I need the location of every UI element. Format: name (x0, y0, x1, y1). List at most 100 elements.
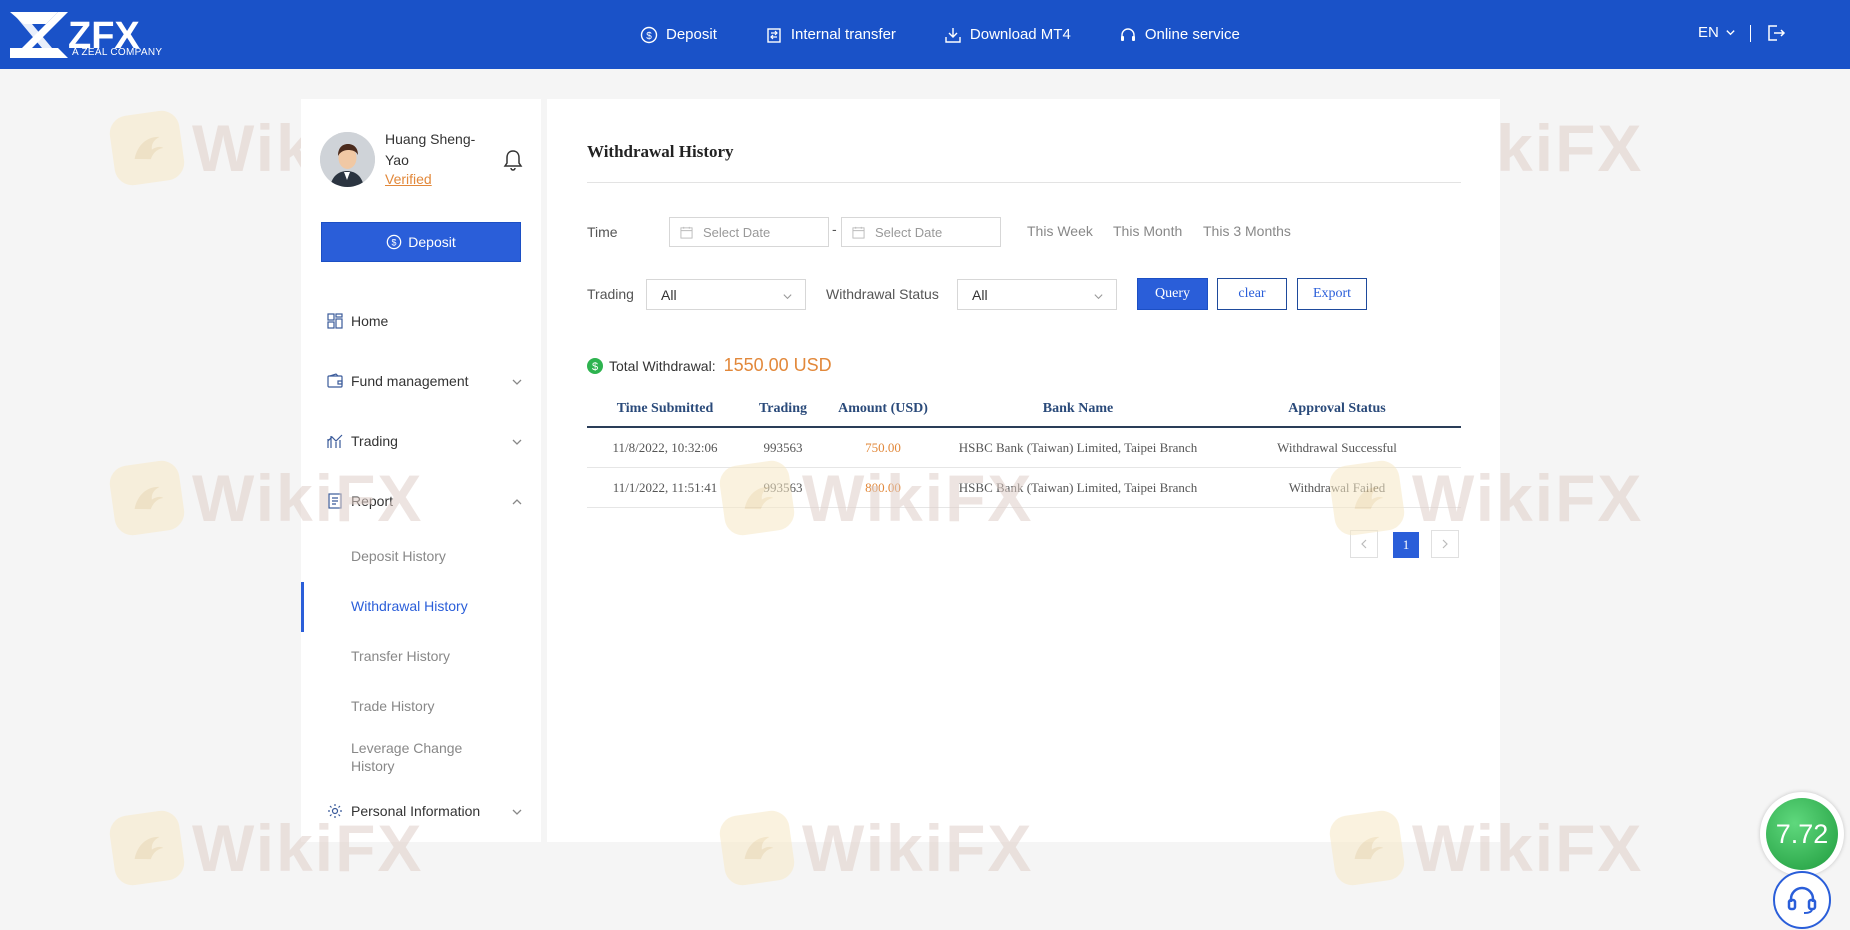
rating-badge[interactable]: 7.72 (1760, 792, 1844, 876)
headset-icon (1787, 886, 1817, 914)
quick-this-week[interactable]: This Week (1027, 223, 1093, 239)
cell-trading: 993563 (763, 439, 803, 455)
sidebar: Huang Sheng-Yao Verified $ Deposit Home … (301, 99, 541, 842)
cell-time-submitted: 11/8/2022, 10:32:06 (612, 439, 718, 455)
nav-online-service[interactable]: Online service (1119, 26, 1240, 44)
sidebar-item-trading-label: Trading (351, 433, 398, 449)
chevron-down-icon (783, 294, 792, 300)
dollar-circle-icon: $ (587, 357, 603, 374)
trading-label: Trading (587, 286, 634, 302)
sidebar-sub-withdrawal-history[interactable]: Withdrawal History (351, 597, 501, 615)
sidebar-item-personal-information[interactable]: Personal Information (327, 803, 523, 819)
sidebar-item-home-label: Home (351, 313, 389, 329)
nav-deposit[interactable]: $ Deposit (640, 26, 717, 44)
cell-bank-name: HSBC Bank (Taiwan) Limited, Taipei Branc… (958, 439, 1198, 455)
total-withdrawal-value: 1550.00 USD (723, 355, 832, 375)
user-name: Huang Sheng-Yao (385, 131, 476, 168)
end-date-input[interactable]: Select Date (841, 217, 1001, 247)
main-panel: Withdrawal History Time Select Date - Se… (547, 99, 1500, 842)
cell-amount: 750.00 (865, 439, 901, 455)
headset-icon (1120, 27, 1135, 41)
cell-approval-status: Withdrawal Successful (1277, 439, 1397, 455)
calendar-icon (680, 226, 693, 239)
grid-icon (327, 313, 343, 329)
withdrawal-status-select[interactable]: All (957, 279, 1117, 310)
nav-deposit-label: Deposit (666, 26, 717, 43)
column-header[interactable]: Bank Name (943, 401, 1213, 417)
pagination-prev-button[interactable] (1350, 530, 1378, 558)
nav-download-mt4[interactable]: Download MT4 (944, 26, 1071, 44)
time-label: Time (587, 224, 618, 240)
sidebar-deposit-label: Deposit (408, 234, 456, 250)
pagination-next-button[interactable] (1431, 530, 1459, 558)
language-selector[interactable]: EN (1698, 24, 1736, 41)
chevron-up-icon (512, 499, 522, 505)
watermark-seal-icon (107, 108, 187, 188)
withdrawal-status-select-value: All (972, 286, 988, 303)
top-bar: ZFX A ZEAL COMPANY $ Deposit Internal tr… (0, 0, 1850, 69)
svg-text:$: $ (646, 31, 652, 42)
chevron-down-icon (512, 379, 522, 385)
table-header: Time Submitted Trading Amount (USD) Bank… (587, 391, 1461, 428)
nav-internal-transfer[interactable]: Internal transfer (765, 26, 896, 44)
svg-text:$: $ (592, 361, 598, 373)
clear-button[interactable]: clear (1217, 278, 1287, 310)
svg-text:$: $ (392, 238, 397, 248)
trading-select-value: All (661, 286, 677, 303)
dollar-circle-icon: $ (640, 26, 658, 43)
quick-this-month[interactable]: This Month (1113, 223, 1182, 239)
nav-online-service-label: Online service (1144, 26, 1240, 43)
cell-trading: 993563 (763, 479, 803, 495)
rating-score: 7.72 (1766, 798, 1838, 870)
bell-icon[interactable] (503, 149, 523, 171)
table-row: 11/1/2022, 11:51:41 993563 800.00 HSBC B… (587, 468, 1461, 508)
trading-select[interactable]: All (646, 279, 806, 310)
watermark-seal-icon (107, 808, 187, 888)
gear-icon (328, 804, 342, 818)
chevron-down-icon (1094, 294, 1103, 300)
column-header[interactable]: Amount (USD) (823, 401, 943, 417)
chevron-down-icon (512, 809, 522, 815)
sidebar-item-trading[interactable]: Trading (327, 433, 523, 449)
sidebar-item-fund-management[interactable]: Fund management (327, 373, 523, 389)
download-icon (945, 27, 961, 43)
sidebar-item-fund-management-label: Fund management (351, 373, 469, 389)
verified-link[interactable]: Verified (385, 171, 432, 187)
calendar-icon (852, 226, 865, 239)
export-button[interactable]: Export (1297, 278, 1367, 310)
wallet-icon (327, 373, 343, 388)
avatar[interactable] (320, 132, 375, 187)
sidebar-item-report[interactable]: Report (327, 493, 523, 509)
quick-this-3-months[interactable]: This 3 Months (1203, 223, 1291, 239)
page-title: Withdrawal History (587, 142, 734, 161)
withdrawal-status-label: Withdrawal Status (826, 286, 939, 302)
pagination-page[interactable]: 1 (1393, 532, 1419, 558)
top-nav: $ Deposit Internal transfer Download MT4… (640, 0, 1288, 69)
query-button[interactable]: Query (1137, 278, 1208, 310)
language-label: EN (1698, 24, 1719, 41)
start-date-input[interactable]: Select Date (669, 217, 829, 247)
end-date-placeholder: Select Date (875, 224, 943, 240)
sidebar-item-home[interactable]: Home (327, 313, 523, 329)
sidebar-sub-leverage-change-history[interactable]: Leverage Change History (351, 739, 481, 775)
chevron-right-icon (1442, 539, 1448, 549)
support-button[interactable] (1773, 871, 1831, 929)
top-separator (1750, 25, 1751, 42)
chevron-down-icon (1726, 30, 1735, 36)
chart-icon (327, 434, 343, 448)
column-header[interactable]: Trading (743, 401, 823, 417)
watermark-seal-icon (107, 458, 187, 538)
sidebar-deposit-button[interactable]: $ Deposit (321, 222, 521, 262)
cell-bank-name: HSBC Bank (Taiwan) Limited, Taipei Branc… (958, 479, 1198, 495)
column-header[interactable]: Time Submitted (587, 401, 743, 417)
sidebar-sub-transfer-history[interactable]: Transfer History (351, 647, 501, 665)
cell-amount: 800.00 (865, 479, 901, 495)
sidebar-sub-deposit-history[interactable]: Deposit History (351, 547, 501, 565)
logout-icon[interactable] (1766, 23, 1786, 43)
sidebar-sub-trade-history[interactable]: Trade History (351, 697, 501, 715)
cell-time-submitted: 11/1/2022, 11:51:41 (612, 479, 718, 495)
sidebar-item-report-label: Report (351, 493, 394, 509)
title-divider (587, 182, 1461, 183)
start-date-placeholder: Select Date (703, 224, 771, 240)
column-header[interactable]: Approval Status (1213, 401, 1461, 417)
